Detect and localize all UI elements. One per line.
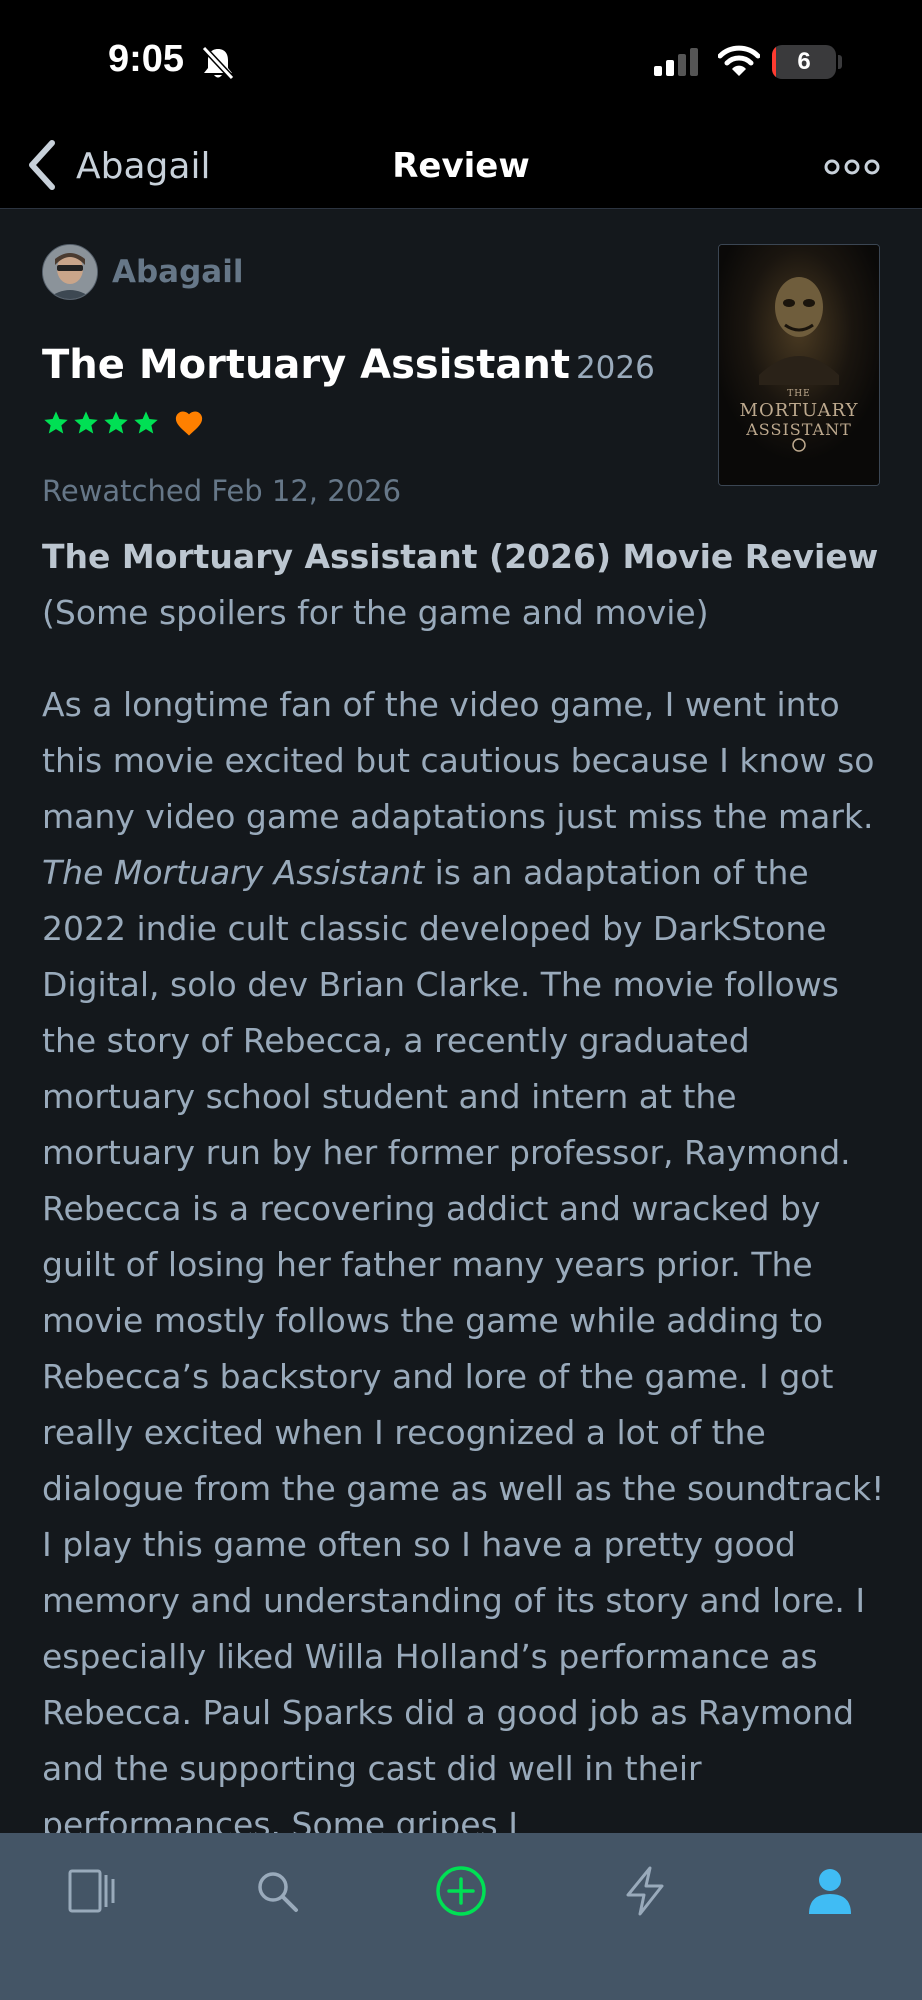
review-body-text: As a longtime fan of the video game, I w… [42, 685, 875, 836]
battery-level: 6 [797, 48, 811, 75]
star-icon [42, 409, 72, 441]
poster-text-line: THE [787, 389, 811, 399]
heart-icon [174, 409, 206, 441]
tab-add[interactable] [416, 1853, 506, 1933]
film-title[interactable]: The Mortuary Assistant [42, 342, 570, 388]
film-title-row[interactable]: The Mortuary Assistant 2026 [42, 342, 655, 388]
author-name[interactable]: Abagail [112, 254, 243, 290]
review-body: As a longtime fan of the video game, I w… [42, 677, 892, 1833]
tab-search[interactable] [232, 1853, 322, 1933]
profile-icon [806, 1866, 854, 1920]
poster-text-line: MORTUARY [739, 400, 859, 421]
avatar[interactable] [42, 244, 98, 300]
review-content: Abagail THE MORTUARY ASSISTANT The Mortu… [0, 209, 922, 1833]
star-icon [72, 409, 102, 441]
search-icon [253, 1867, 301, 1919]
page-title: Review [392, 146, 530, 186]
poster-text-line: ASSISTANT [746, 420, 852, 439]
battery-indicator: 6 [772, 45, 836, 79]
wifi-icon [717, 44, 761, 82]
more-options-button[interactable] [824, 151, 880, 183]
status-time: 9:05 [108, 38, 185, 80]
films-icon [66, 1865, 118, 1921]
review-body-text: is an adaptation of the 2022 indie cult … [42, 853, 885, 1833]
review-body-italic: The Mortuary Assistant [42, 853, 425, 892]
tab-activity[interactable] [600, 1853, 690, 1933]
status-bar: 9:05 6 [0, 0, 922, 125]
nav-bar: Abagail Review [0, 125, 922, 209]
more-dots-icon [824, 159, 880, 187]
tab-films[interactable] [47, 1853, 137, 1933]
film-year[interactable]: 2026 [576, 350, 655, 386]
cellular-signal-icon [652, 46, 702, 80]
rating [42, 409, 206, 441]
tab-bar [0, 1833, 922, 2000]
star-icon [102, 409, 132, 441]
activity-icon [621, 1865, 669, 1921]
star-icon [132, 409, 162, 441]
tab-profile[interactable] [785, 1853, 875, 1933]
review-heading: The Mortuary Assistant (2026) Movie Revi… [42, 537, 879, 576]
film-poster[interactable]: THE MORTUARY ASSISTANT [718, 244, 880, 486]
bell-muted-icon [200, 44, 236, 86]
add-icon [434, 1864, 488, 1922]
review-subheading: (Some spoilers for the game and movie) [42, 593, 709, 632]
review-author[interactable]: Abagail [42, 244, 243, 300]
battery-nub [838, 55, 842, 69]
review-text: The Mortuary Assistant (2026) Movie Revi… [42, 529, 892, 1833]
rewatched-date: Rewatched Feb 12, 2026 [42, 474, 402, 508]
